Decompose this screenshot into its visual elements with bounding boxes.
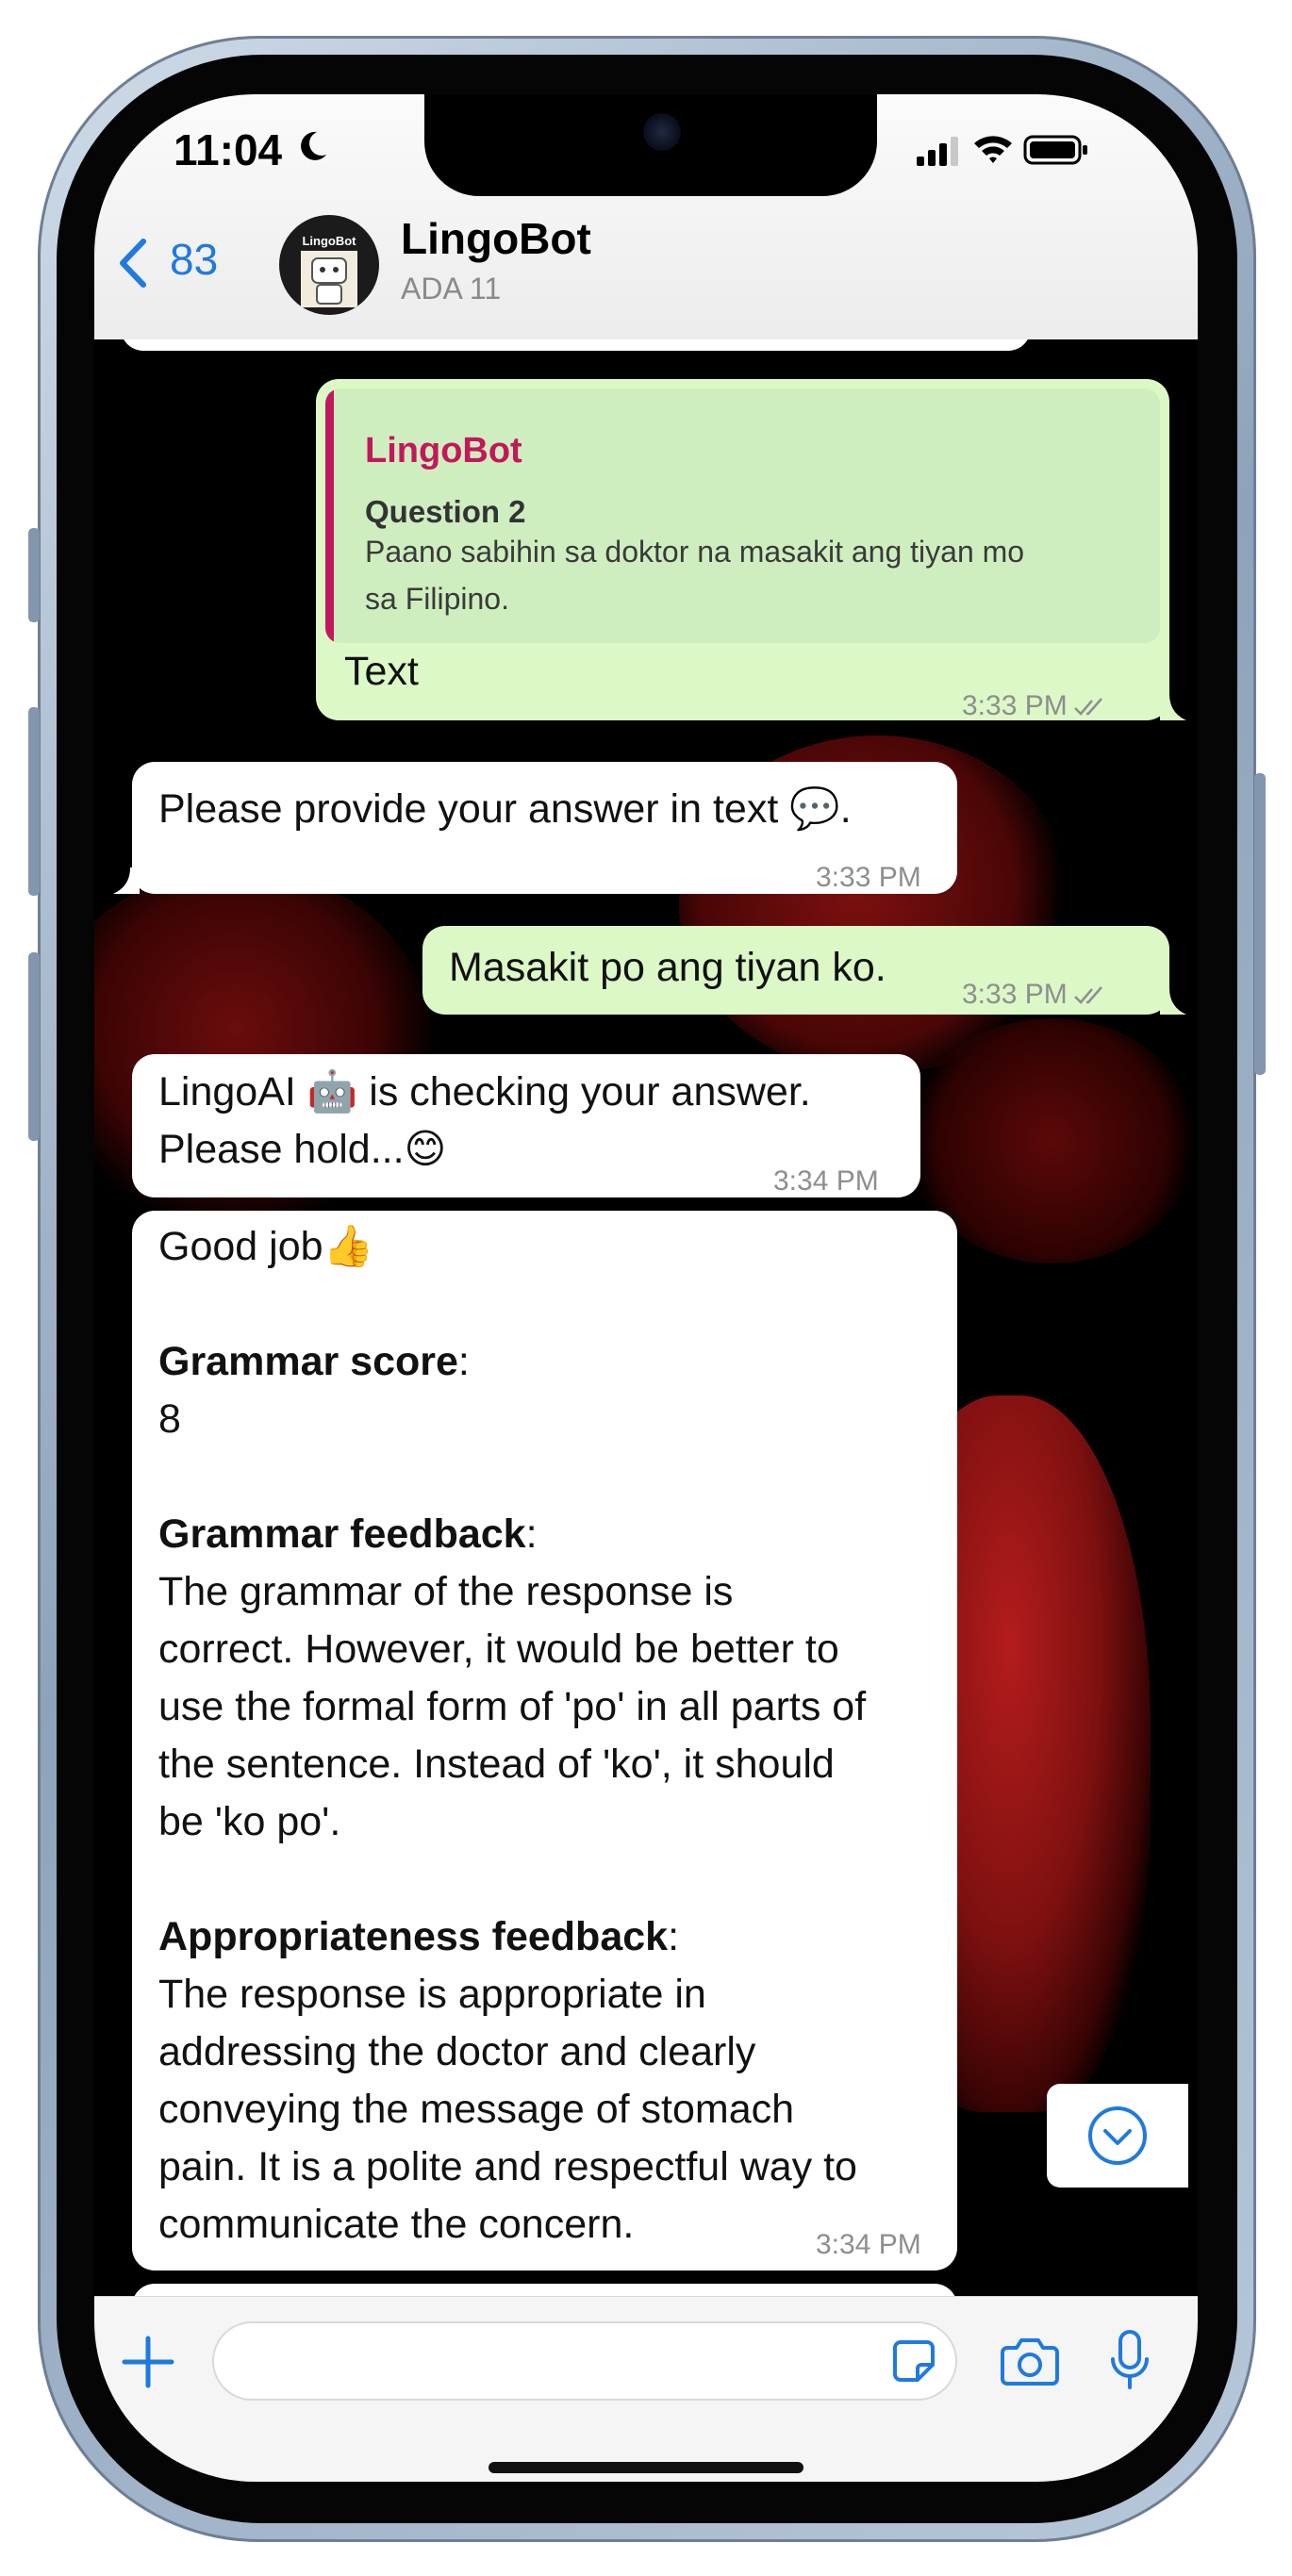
appropriateness-line: The response is appropriate in	[158, 1972, 706, 2017]
quote-sender: LingoBot	[365, 431, 522, 471]
avatar[interactable]: LingoBot	[279, 215, 379, 315]
chat-header: 11:04 83 LingoBot LingoBot ADA 11	[94, 94, 1198, 339]
message-bubble-incoming[interactable]: Please provide your answer in text 💬. 3:…	[132, 762, 957, 894]
grammar-feedback-line: The grammar of the response is	[158, 1569, 734, 1614]
message-text: Please provide your answer in text 💬.	[158, 786, 852, 832]
message-bubble-incoming[interactable]: Good job👍 Grammar score: 8 Grammar feedb…	[132, 1211, 957, 2271]
message-bubble-outgoing[interactable]: LingoBot Question 2 Paano sabihin sa dok…	[316, 379, 1169, 721]
grammar-feedback-line: correct. However, it would be better to	[158, 1627, 839, 1672]
volume-up-button	[28, 707, 40, 896]
sticker-icon[interactable]	[891, 2338, 936, 2384]
feedback-intro: Good job👍	[158, 1224, 374, 1269]
quote-body: Paano sabihin sa doktor na masakit ang t…	[365, 528, 1157, 622]
message-time-text: 3:33 PM	[962, 979, 1068, 1010]
back-chevron-icon[interactable]	[115, 236, 153, 290]
message-time: 3:33 PM	[816, 862, 921, 893]
contact-name[interactable]: LingoBot	[401, 213, 591, 264]
grammar-score-label-line: Grammar score:	[158, 1339, 470, 1384]
avatar-logo-text: LingoBot	[302, 234, 356, 248]
back-unread-count[interactable]: 83	[170, 234, 218, 285]
message-time-text: 3:33 PM	[962, 690, 1068, 721]
silent-switch	[28, 528, 40, 622]
grammar-score-label: Grammar score	[158, 1339, 458, 1384]
message-input-bar	[94, 2296, 1198, 2482]
read-ticks-icon	[1073, 986, 1102, 1004]
quote-accent-bar	[325, 388, 334, 643]
message-bubble-incoming[interactable]: LingoAI 🤖 is checking your answer. Pleas…	[132, 1054, 920, 1197]
robot-avatar-icon	[301, 251, 357, 307]
bubble-tail	[1160, 694, 1186, 720]
wifi-icon	[974, 136, 1012, 163]
message-bubble-outgoing[interactable]: Masakit po ang tiyan ko. 3:33 PM	[422, 926, 1169, 1015]
quote-body-line: Paano sabihin sa doktor na masakit ang t…	[365, 535, 1025, 569]
camera-icon[interactable]	[1000, 2335, 1060, 2387]
microphone-icon[interactable]	[1108, 2329, 1151, 2391]
quoted-message[interactable]: LingoBot Question 2 Paano sabihin sa dok…	[325, 388, 1160, 643]
appropriateness-label: Appropriateness feedback	[158, 1914, 669, 1959]
status-time: 11:04	[174, 125, 283, 174]
message-line: Please hold...😊	[158, 1127, 447, 1172]
grammar-feedback-label: Grammar feedback	[158, 1511, 526, 1557]
message-input[interactable]	[212, 2321, 957, 2401]
grammar-feedback-line: use the formal form of 'po' in all parts…	[158, 1684, 867, 1729]
screen: LingoBot Question 2 Paano sabihin sa dok…	[94, 94, 1198, 2482]
message-time: 3:34 PM	[816, 2229, 921, 2260]
appropriateness-line: conveying the message of stomach	[158, 2087, 795, 2132]
scroll-to-bottom-button[interactable]	[1047, 2084, 1188, 2188]
volume-down-button	[28, 952, 40, 1141]
bubble-tail	[1160, 988, 1186, 1015]
message-text: LingoAI 🤖 is checking your answer. Pleas…	[158, 1064, 811, 1179]
home-indicator[interactable]	[489, 2462, 803, 2473]
notch	[424, 94, 877, 196]
quote-body-line: sa Filipino.	[365, 582, 509, 616]
grammar-feedback-line: the sentence. Instead of 'ko', it should	[158, 1742, 835, 1787]
message-time: 3:33 PM	[962, 677, 1111, 735]
message-time: 3:33 PM	[962, 966, 1111, 1023]
battery-icon	[1023, 135, 1087, 165]
appropriateness-line: pain. It is a polite and respectful way …	[158, 2144, 857, 2189]
message-text: Masakit po ang tiyan ko.	[449, 945, 886, 990]
message-text: Good job👍 Grammar score: 8 Grammar feedb…	[158, 1218, 941, 2254]
front-camera	[643, 113, 681, 151]
chevron-down-circle-icon	[1088, 2106, 1147, 2165]
contact-subtitle: ADA 11	[401, 272, 502, 305]
moon-icon	[301, 131, 326, 160]
power-button	[1254, 773, 1266, 1075]
message-text: Text	[344, 649, 419, 694]
bubble-tail	[113, 867, 140, 894]
grammar-feedback-line: be 'ko po'.	[158, 1799, 341, 1844]
grammar-score-value: 8	[158, 1396, 181, 1442]
appropriateness-line: addressing the doctor and clearly	[158, 2029, 756, 2074]
read-ticks-icon	[1073, 698, 1102, 716]
appropriateness-label-line: Appropriateness feedback:	[158, 1914, 680, 1959]
message-time: 3:34 PM	[773, 1165, 879, 1197]
grammar-feedback-label-line: Grammar feedback:	[158, 1511, 538, 1557]
plus-icon[interactable]	[121, 2335, 175, 2389]
message-line: LingoAI 🤖 is checking your answer.	[158, 1069, 811, 1115]
signal-icon	[917, 137, 958, 166]
